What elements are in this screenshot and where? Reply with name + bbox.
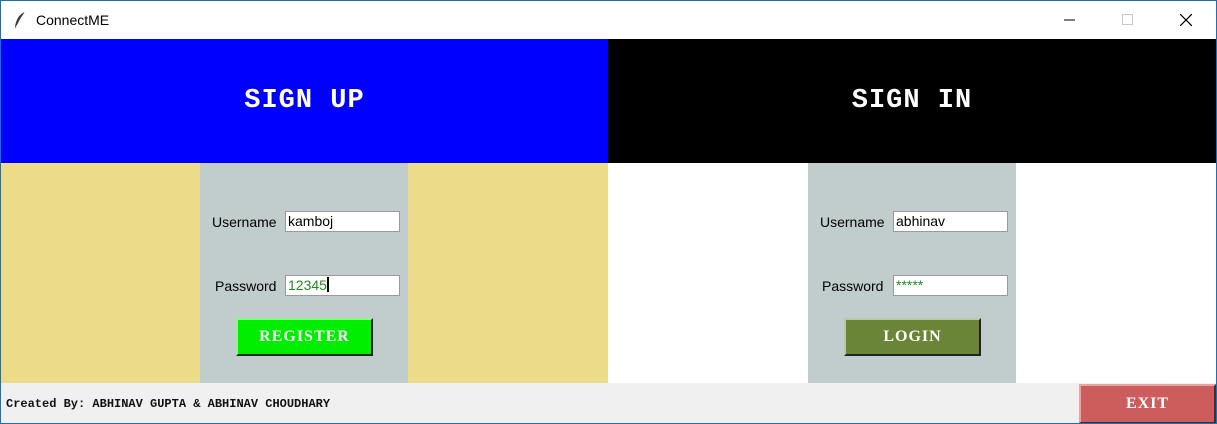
- feather-icon: [13, 11, 27, 29]
- register-button[interactable]: REGISTER: [236, 318, 373, 356]
- close-button[interactable]: [1157, 1, 1215, 39]
- signup-title: SIGN UP: [244, 86, 365, 116]
- minimize-icon: [1064, 14, 1076, 26]
- signup-username-label: Username: [212, 214, 277, 230]
- text-cursor: [326, 277, 329, 292]
- signin-password-input[interactable]: *****: [893, 275, 1008, 296]
- window-title: ConnectME: [36, 12, 110, 28]
- exit-button[interactable]: EXIT: [1079, 384, 1216, 423]
- title-bar[interactable]: ConnectME: [1, 1, 1216, 39]
- minimize-button[interactable]: [1041, 1, 1099, 39]
- signin-username-input[interactable]: abhinav: [893, 211, 1008, 232]
- maximize-icon: [1122, 14, 1134, 26]
- app-window: ConnectME SIGN UP SIGN IN Username kambo…: [0, 0, 1217, 424]
- signin-password-value: *****: [896, 277, 924, 293]
- signin-title: SIGN IN: [851, 86, 973, 116]
- signin-password-label: Password: [822, 278, 884, 294]
- exit-button-label: EXIT: [1125, 395, 1170, 412]
- credits-text: Created By: ABHINAV GUPTA & ABHINAV CHOU…: [6, 397, 331, 411]
- signin-header: SIGN IN: [608, 39, 1216, 163]
- signup-password-input[interactable]: 12345: [285, 275, 400, 296]
- signup-username-input[interactable]: kamboj: [285, 211, 400, 232]
- signin-username-label: Username: [820, 214, 885, 230]
- signup-header: SIGN UP: [1, 39, 608, 163]
- close-icon: [1180, 14, 1192, 26]
- maximize-button[interactable]: [1099, 1, 1157, 39]
- signup-password-label: Password: [215, 278, 277, 294]
- login-button[interactable]: LOGIN: [844, 318, 981, 356]
- register-button-label: REGISTER: [259, 328, 350, 345]
- signin-username-value: abhinav: [896, 213, 946, 229]
- signup-password-value: 12345: [288, 277, 327, 293]
- login-button-label: LOGIN: [883, 328, 942, 345]
- signup-username-value: kamboj: [288, 213, 334, 229]
